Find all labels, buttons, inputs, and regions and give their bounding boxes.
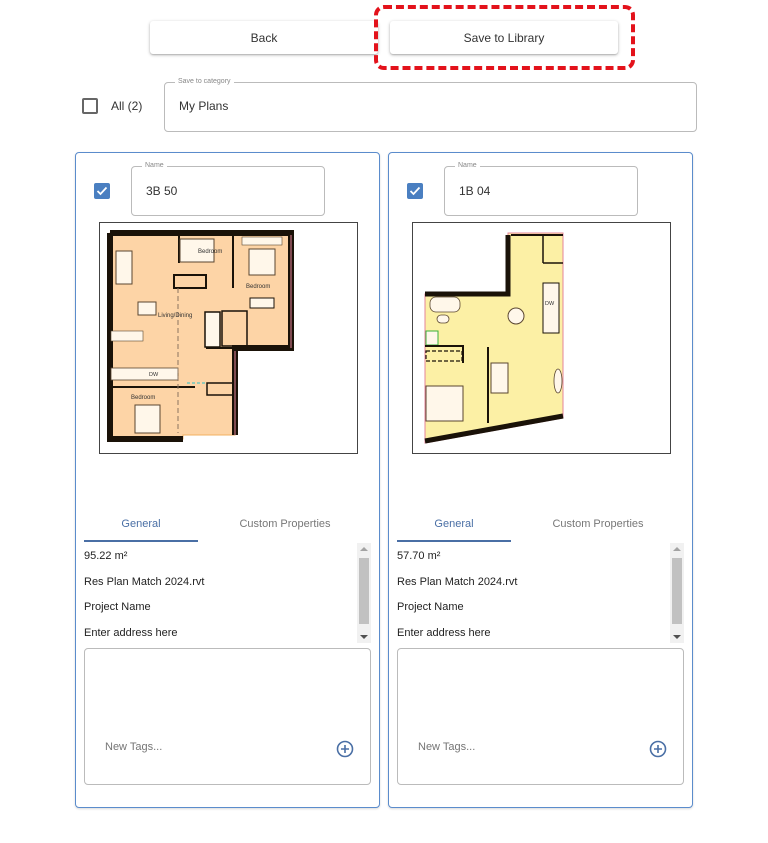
property-area: 95.22 m² [84, 550, 128, 562]
property-area: 57.70 m² [397, 550, 441, 562]
property-project: Project Name [84, 601, 151, 613]
floor-plan-image: Bedroom Bedroom Living/Dining Bedroom DW [99, 222, 358, 454]
plan-card: Name 1B 04 DW General Custom Properties [388, 152, 693, 808]
check-icon [409, 186, 421, 196]
plan-name-legend: Name [142, 161, 167, 171]
plan-label: Bedroom [198, 249, 222, 255]
property-file: Res Plan Match 2024.rvt [84, 576, 205, 588]
add-tag-plus-icon[interactable] [649, 740, 667, 758]
plan-select-checkbox[interactable] [94, 183, 110, 199]
plan-label: DW [545, 301, 555, 307]
active-tab-indicator [84, 540, 198, 542]
properties-scrollbar[interactable] [670, 543, 684, 643]
plan-label: DW [149, 372, 159, 378]
save-category-legend: Save to category [175, 77, 234, 87]
properties-list: 95.22 m² Res Plan Match 2024.rvt Project… [84, 543, 372, 643]
scroll-up-arrow-icon[interactable] [673, 547, 681, 551]
property-address: Enter address here [84, 627, 178, 639]
save-category-value: My Plans [179, 99, 229, 113]
floor-plan-image: DW [412, 222, 671, 454]
tags-box [397, 648, 684, 785]
tags-box [84, 648, 371, 785]
plan-label: Living/Dining [158, 313, 192, 319]
card-tabs: General Custom Properties [397, 507, 687, 543]
scroll-down-arrow-icon[interactable] [673, 635, 681, 639]
plan-select-checkbox[interactable] [407, 183, 423, 199]
save-to-library-button[interactable]: Save to Library [390, 21, 618, 54]
plan-name-field[interactable]: Name 3B 50 [131, 161, 325, 216]
add-tag-plus-icon[interactable] [336, 740, 354, 758]
tab-general[interactable]: General [84, 507, 198, 541]
plan-card: Name 3B 50 Bedroom Bedroom Living/Dining… [75, 152, 380, 808]
scroll-down-arrow-icon[interactable] [360, 635, 368, 639]
plan-name-value: 1B 04 [459, 184, 491, 198]
floor-plan-3b50: Bedroom Bedroom Living/Dining Bedroom DW [107, 230, 294, 442]
back-button[interactable]: Back [150, 21, 378, 54]
tab-custom-properties[interactable]: Custom Properties [200, 507, 370, 541]
plan-name-legend: Name [455, 161, 480, 171]
tab-custom-properties[interactable]: Custom Properties [513, 507, 683, 541]
save-category-field[interactable]: Save to category My Plans [164, 77, 697, 132]
new-tags-input[interactable] [418, 741, 618, 753]
floor-plan-1b04: DW [424, 232, 564, 444]
properties-scrollbar[interactable] [357, 543, 371, 643]
tab-general[interactable]: General [397, 507, 511, 541]
property-project: Project Name [397, 601, 464, 613]
select-all-label: All (2) [111, 99, 143, 113]
properties-list: 57.70 m² Res Plan Match 2024.rvt Project… [397, 543, 685, 643]
scroll-up-arrow-icon[interactable] [360, 547, 368, 551]
property-file: Res Plan Match 2024.rvt [397, 576, 518, 588]
plan-label: Bedroom [131, 395, 155, 401]
plan-label: Bedroom [246, 284, 270, 290]
property-address: Enter address here [397, 627, 491, 639]
plan-name-value: 3B 50 [146, 184, 178, 198]
new-tags-input[interactable] [105, 741, 305, 753]
active-tab-indicator [397, 540, 511, 542]
check-icon [96, 186, 108, 196]
select-all-checkbox[interactable] [82, 98, 98, 114]
plan-name-field[interactable]: Name 1B 04 [444, 161, 638, 216]
card-tabs: General Custom Properties [84, 507, 374, 543]
scrollbar-thumb[interactable] [672, 558, 682, 624]
scrollbar-thumb[interactable] [359, 558, 369, 624]
